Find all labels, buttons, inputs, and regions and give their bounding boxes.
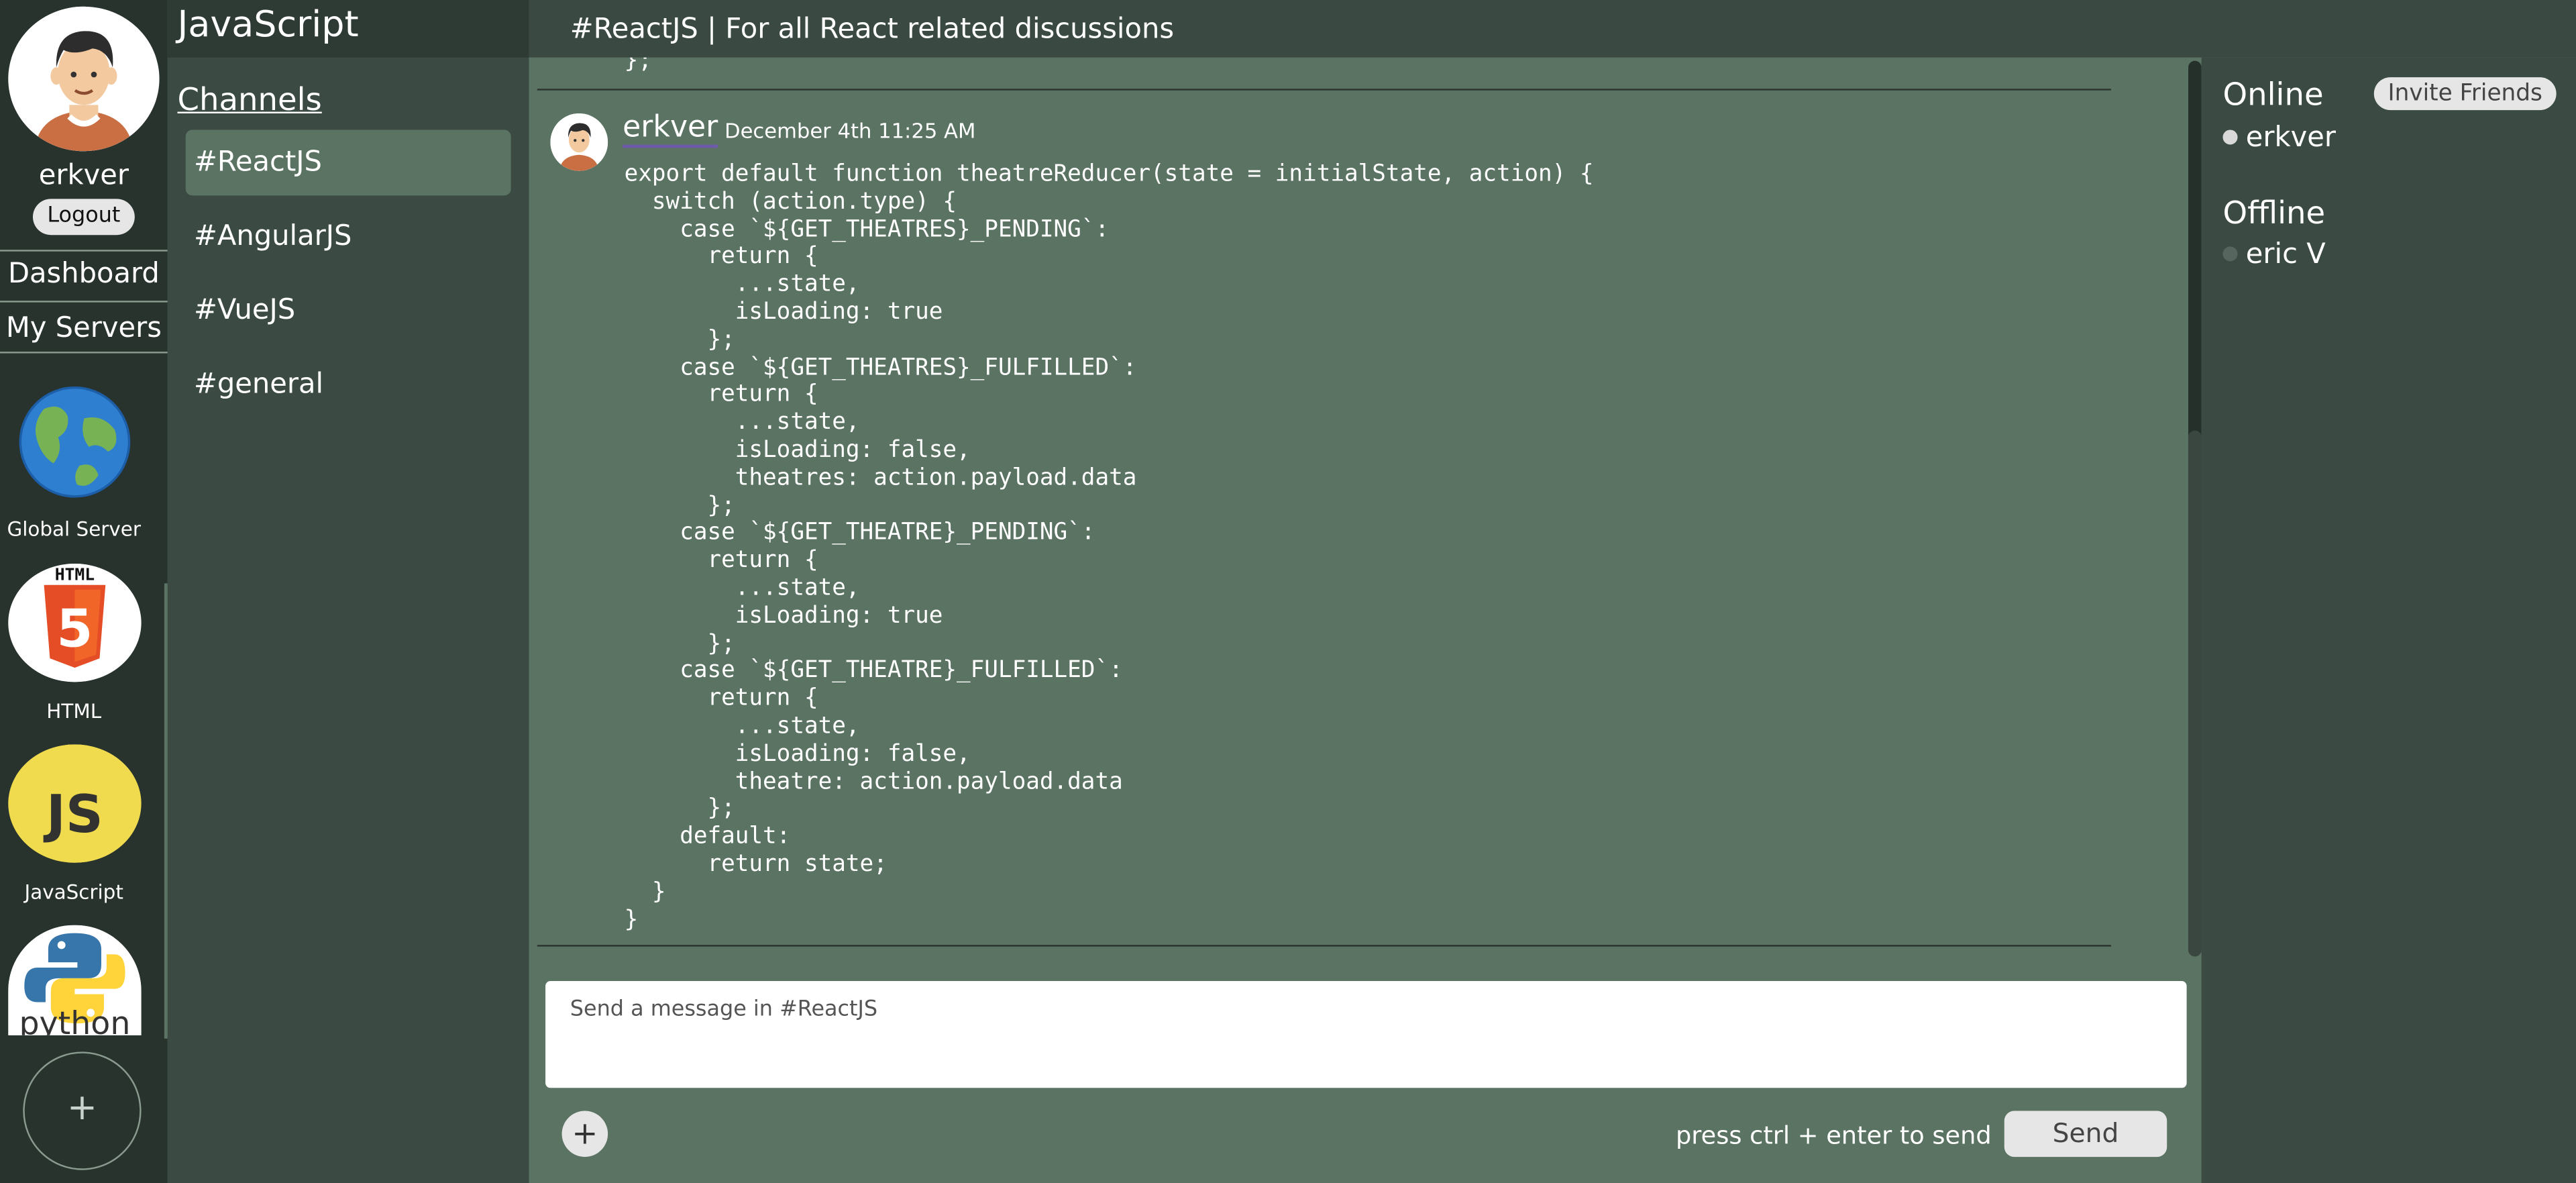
offline-heading: Offline <box>2222 195 2326 232</box>
my-servers-link[interactable]: My Servers <box>0 312 168 345</box>
app-root: erkver Logout Dashboard My Servers Globa… <box>0 0 2576 1183</box>
message-code-block: export default function theatreReducer(s… <box>624 161 1594 933</box>
globe-icon <box>19 386 131 498</box>
logout-button[interactable]: Logout <box>32 199 135 236</box>
server-javascript[interactable]: JS <box>8 744 142 863</box>
server-rail: erkver Logout Dashboard My Servers Globa… <box>0 0 170 1183</box>
server-label: HTML <box>46 700 102 723</box>
python-icon: python <box>8 925 142 1035</box>
channel-item-general[interactable]: #general <box>186 352 511 417</box>
message-avatar[interactable] <box>550 113 608 171</box>
server-python[interactable]: python <box>8 925 142 1035</box>
python-icon-text: python <box>19 1005 130 1035</box>
member-name: eric V <box>2245 238 2326 272</box>
chat-area: }; erkver December 4th 11:25 AM export d… <box>529 57 2202 1183</box>
html5-badge-text: 5 <box>56 599 93 659</box>
message-divider <box>537 945 2111 947</box>
user-avatar-icon <box>550 113 608 171</box>
user-avatar-icon <box>11 6 156 152</box>
member-name: erkver <box>2245 121 2337 155</box>
member-item[interactable]: erkver <box>2222 121 2336 154</box>
message-author[interactable]: erkver <box>623 111 718 148</box>
attach-button[interactable]: + <box>561 1111 608 1158</box>
rail-divider <box>0 352 168 354</box>
channel-item-vuejs[interactable]: #VueJS <box>186 278 511 344</box>
online-status-icon <box>2222 129 2238 144</box>
message-scrollbar[interactable] <box>2188 60 2202 957</box>
current-username: erkver <box>38 159 129 193</box>
offline-status-icon <box>2222 246 2238 261</box>
channel-item-angularjs[interactable]: #AngularJS <box>186 204 511 270</box>
previous-message-code: }; <box>624 57 652 74</box>
message-divider <box>537 89 2111 91</box>
server-label: Global Server <box>7 517 141 541</box>
dashboard-link[interactable]: Dashboard <box>0 258 168 291</box>
channel-title: #ReactJS | For all React related discuss… <box>570 13 1175 46</box>
member-list: Online Invite Friends erkver Offline eri… <box>2201 57 2576 1183</box>
server-title: JavaScript <box>177 5 359 46</box>
channel-sidebar: JavaScript Channels #ReactJS #AngularJS … <box>167 0 529 1183</box>
online-heading: Online <box>2222 77 2324 113</box>
add-server-button[interactable]: + <box>23 1051 142 1170</box>
html-icon-text: HTML <box>55 565 95 584</box>
server-header: JavaScript <box>167 0 529 58</box>
channels-heading: Channels <box>177 82 322 119</box>
server-global[interactable] <box>8 383 141 501</box>
member-item[interactable]: eric V <box>2222 238 2326 272</box>
invite-friends-button[interactable]: Invite Friends <box>2373 77 2557 111</box>
html5-icon: HTML 5 <box>15 564 134 682</box>
server-label: JavaScript <box>24 880 123 904</box>
channel-item-reactjs[interactable]: #ReactJS <box>185 130 511 196</box>
rail-divider <box>0 250 168 252</box>
message-input-placeholder: Send a message in #ReactJS <box>570 997 878 1023</box>
user-avatar[interactable] <box>8 6 160 152</box>
javascript-icon: JS <box>15 744 134 863</box>
message-input[interactable]: Send a message in #ReactJS <box>545 981 2187 1088</box>
message-timestamp: December 4th 11:25 AM <box>724 118 976 144</box>
channel-topbar: #ReactJS | For all React related discuss… <box>529 0 2576 58</box>
scrollbar-thumb[interactable] <box>2188 430 2202 957</box>
send-button[interactable]: Send <box>2004 1111 2167 1158</box>
server-html[interactable]: HTML 5 <box>8 564 142 682</box>
send-hint: press ctrl + enter to send <box>1675 1121 1992 1151</box>
message-list[interactable]: }; erkver December 4th 11:25 AM export d… <box>529 58 2186 954</box>
js-icon-text: JS <box>43 784 103 845</box>
rail-divider <box>0 301 168 303</box>
